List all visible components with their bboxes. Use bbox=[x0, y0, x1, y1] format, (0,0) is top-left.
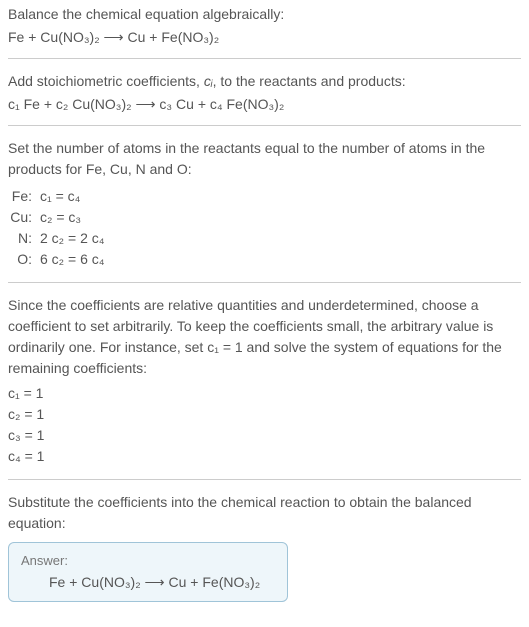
intro-text-2: Add stoichiometric coefficients, cᵢ, to … bbox=[8, 71, 521, 92]
atom-label: Cu: bbox=[8, 207, 40, 228]
intro-text-3: Set the number of atoms in the reactants… bbox=[8, 138, 521, 180]
section-substitute: Substitute the coefficients into the che… bbox=[8, 492, 521, 602]
section-solve: Since the coefficients are relative quan… bbox=[8, 295, 521, 467]
atoms-table: Fe: c₁ = c₄ Cu: c₂ = c₃ N: 2 c₂ = 2 c₄ O… bbox=[8, 186, 521, 270]
atom-label: Fe: bbox=[8, 186, 40, 207]
atom-label: N: bbox=[8, 228, 40, 249]
text-2-pre: Add stoichiometric coefficients, bbox=[8, 73, 204, 89]
atom-label: O: bbox=[8, 249, 40, 270]
intro-text-5: Substitute the coefficients into the che… bbox=[8, 492, 521, 534]
equation-1: Fe + Cu(NO₃)₂ ⟶ Cu + Fe(NO₃)₂ bbox=[8, 29, 521, 46]
ci-symbol: cᵢ bbox=[204, 73, 213, 89]
atom-eq: 2 c₂ = 2 c₄ bbox=[40, 228, 104, 249]
intro-text-1: Balance the chemical equation algebraica… bbox=[8, 4, 521, 25]
atoms-row: N: 2 c₂ = 2 c₄ bbox=[8, 228, 521, 249]
answer-label: Answer: bbox=[21, 553, 275, 568]
atoms-row: Cu: c₂ = c₃ bbox=[8, 207, 521, 228]
answer-box: Answer: Fe + Cu(NO₃)₂ ⟶ Cu + Fe(NO₃)₂ bbox=[8, 542, 288, 602]
divider-3 bbox=[8, 282, 521, 283]
intro-text-4: Since the coefficients are relative quan… bbox=[8, 295, 521, 379]
coef-item: c₄ = 1 bbox=[8, 446, 521, 467]
coef-item: c₁ = 1 bbox=[8, 383, 521, 404]
section-stoich: Add stoichiometric coefficients, cᵢ, to … bbox=[8, 71, 521, 113]
atom-eq: c₁ = c₄ bbox=[40, 186, 80, 207]
divider-1 bbox=[8, 58, 521, 59]
coef-item: c₂ = 1 bbox=[8, 404, 521, 425]
equation-2: c₁ Fe + c₂ Cu(NO₃)₂ ⟶ c₃ Cu + c₄ Fe(NO₃)… bbox=[8, 96, 521, 113]
divider-2 bbox=[8, 125, 521, 126]
atom-eq: 6 c₂ = 6 c₄ bbox=[40, 249, 104, 270]
divider-4 bbox=[8, 479, 521, 480]
text-2-post: , to the reactants and products: bbox=[213, 73, 406, 89]
section-balance-intro: Balance the chemical equation algebraica… bbox=[8, 4, 521, 46]
section-atoms: Set the number of atoms in the reactants… bbox=[8, 138, 521, 270]
atoms-row: Fe: c₁ = c₄ bbox=[8, 186, 521, 207]
atom-eq: c₂ = c₃ bbox=[40, 207, 81, 228]
atoms-row: O: 6 c₂ = 6 c₄ bbox=[8, 249, 521, 270]
coef-item: c₃ = 1 bbox=[8, 425, 521, 446]
coef-list: c₁ = 1 c₂ = 1 c₃ = 1 c₄ = 1 bbox=[8, 383, 521, 467]
answer-equation: Fe + Cu(NO₃)₂ ⟶ Cu + Fe(NO₃)₂ bbox=[21, 574, 275, 591]
